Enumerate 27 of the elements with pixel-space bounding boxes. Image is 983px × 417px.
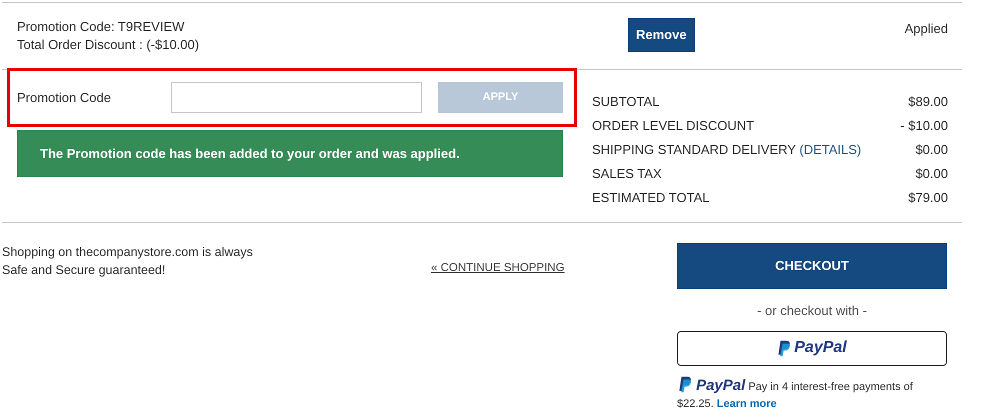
promotion-code-field[interactable] <box>171 82 422 113</box>
summary-label: ESTIMATED TOTAL <box>592 189 710 208</box>
paypal-p-icon <box>777 340 792 356</box>
details-link[interactable]: (DETAILS) <box>799 142 862 158</box>
alt-checkout-text: - or checkout with - <box>757 302 867 320</box>
security-text: Shopping on thecompanystore.com is always Safe and Secure guaranteed! <box>2 244 254 279</box>
summary-label: SALES TAX <box>592 165 662 184</box>
promotion-code-label: Promotion Code <box>17 88 112 107</box>
learn-more-link[interactable]: Learn more <box>716 398 777 410</box>
summary-value: - $10.00 <box>900 117 948 136</box>
promotion-status: Applied <box>904 20 948 38</box>
paypal-button[interactable]: PayPal <box>677 330 947 366</box>
summary-value: $0.00 <box>915 165 948 184</box>
summary-value: $79.00 <box>908 189 948 208</box>
continue-shopping-link[interactable]: « CONTINUE SHOPPING <box>431 262 565 274</box>
summary-label: SHIPPING STANDARD DELIVERY (DETAILS) <box>592 141 862 160</box>
remove-button[interactable]: Remove <box>628 18 695 52</box>
summary-value: $0.00 <box>915 141 948 160</box>
checkout-button[interactable]: CHECKOUT <box>677 243 947 289</box>
paypal-pay-later-text: PayPal Pay in 4 interest-free payments of $22.25. Learn more <box>677 376 914 412</box>
summary-label: ORDER LEVEL DISCOUNT <box>592 117 754 136</box>
summary-label: SUBTOTAL <box>592 93 660 112</box>
summary-value: $89.00 <box>908 93 948 112</box>
paypal-p-icon <box>677 376 693 392</box>
promotion-code-text: Promotion Code: T9REVIEW <box>17 18 186 36</box>
success-message: The Promotion code has been added to your order and was applied. <box>17 130 563 177</box>
order-discount-text: Total Order Discount : (-$10.00) <box>17 36 200 54</box>
